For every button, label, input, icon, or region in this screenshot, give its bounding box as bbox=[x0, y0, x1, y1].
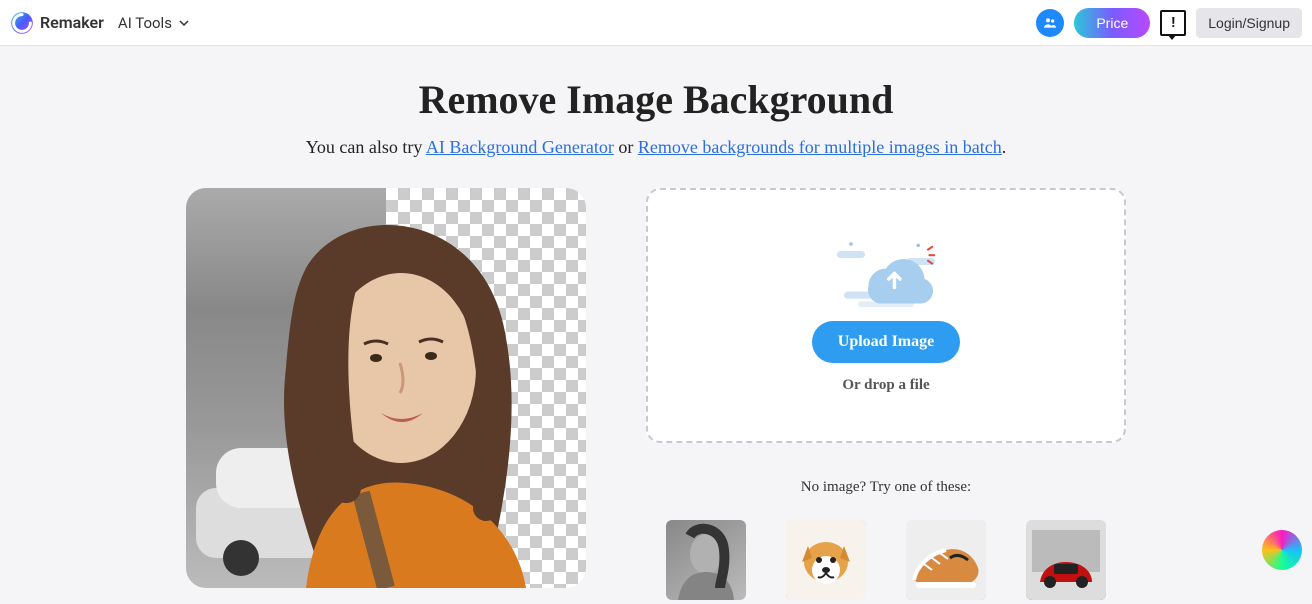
cloud-upload-icon bbox=[826, 237, 946, 307]
chevron-down-icon bbox=[178, 17, 190, 29]
link-ai-generator[interactable]: AI Background Generator bbox=[426, 137, 614, 157]
brand-logo[interactable]: Remaker bbox=[10, 11, 104, 35]
floating-action-button[interactable] bbox=[1262, 530, 1302, 570]
community-icon[interactable] bbox=[1036, 9, 1064, 37]
upload-dropzone[interactable]: Upload Image Or drop a file bbox=[646, 188, 1126, 443]
hero-section: Remove Image Background You can also try… bbox=[0, 46, 1312, 158]
link-batch-remove[interactable]: Remove backgrounds for multiple images i… bbox=[638, 137, 1002, 157]
content-row: Upload Image Or drop a file No image? Tr… bbox=[0, 188, 1312, 600]
page-title: Remove Image Background bbox=[0, 76, 1312, 123]
sub-prefix: You can also try bbox=[306, 137, 426, 157]
upload-image-button[interactable]: Upload Image bbox=[812, 321, 960, 363]
upload-column: Upload Image Or drop a file No image? Tr… bbox=[646, 188, 1126, 600]
drop-file-label: Or drop a file bbox=[842, 377, 929, 394]
samples-row bbox=[646, 520, 1126, 600]
login-signup-button[interactable]: Login/Signup bbox=[1196, 8, 1302, 38]
ai-tools-label: AI Tools bbox=[118, 14, 172, 32]
feedback-icon[interactable] bbox=[1160, 10, 1186, 36]
header-actions: Price Login/Signup bbox=[1036, 8, 1302, 38]
sample-image-car[interactable] bbox=[1026, 520, 1106, 600]
demo-preview-image bbox=[186, 188, 586, 588]
site-header: Remaker AI Tools Price Login/Signup bbox=[0, 0, 1312, 46]
sample-image-shoe[interactable] bbox=[906, 520, 986, 600]
price-button[interactable]: Price bbox=[1074, 8, 1150, 38]
brand-name: Remaker bbox=[40, 13, 104, 32]
sub-suffix: . bbox=[1002, 137, 1007, 157]
ai-tools-dropdown[interactable]: AI Tools bbox=[118, 14, 190, 32]
sample-image-person[interactable] bbox=[666, 520, 746, 600]
logo-icon bbox=[10, 11, 34, 35]
sample-image-dog[interactable] bbox=[786, 520, 866, 600]
sub-mid: or bbox=[614, 137, 638, 157]
hero-subtitle: You can also try AI Background Generator… bbox=[0, 137, 1312, 158]
samples-intro: No image? Try one of these: bbox=[646, 479, 1126, 496]
